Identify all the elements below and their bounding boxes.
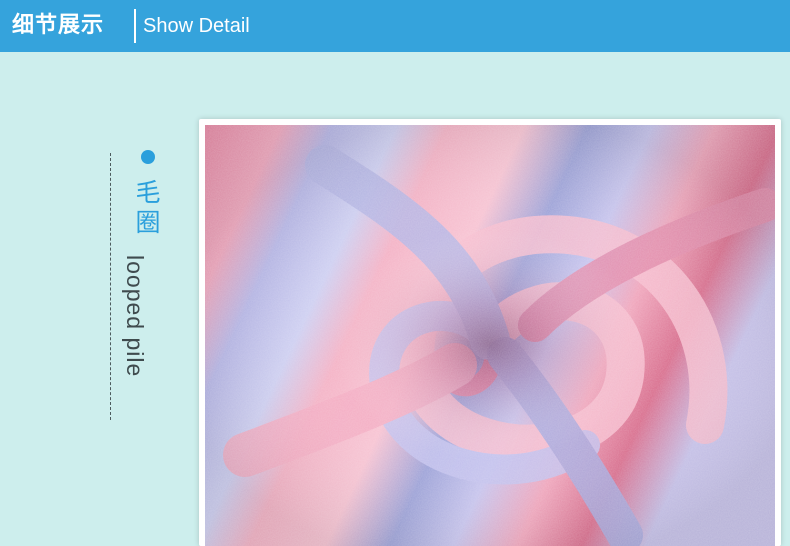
feature-label-cn: 毛圈 bbox=[135, 178, 161, 237]
dashed-divider bbox=[110, 153, 111, 420]
detail-photo-frame bbox=[199, 119, 781, 546]
section-title-cn: 细节展示 bbox=[12, 13, 105, 38]
header-bar: 细节展示 Show Detail bbox=[0, 0, 790, 52]
feature-label-en: looped pile bbox=[122, 255, 148, 378]
towel-closeup-image bbox=[205, 125, 775, 546]
title-divider bbox=[134, 9, 136, 43]
section-title-en: Show Detail bbox=[143, 15, 250, 37]
bullet-dot-icon bbox=[141, 150, 155, 164]
